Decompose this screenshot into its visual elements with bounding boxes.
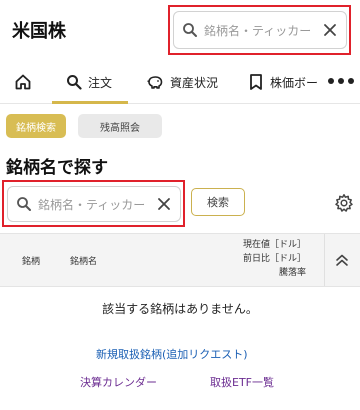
search-icon <box>17 197 31 211</box>
header-search-placeholder: 銘柄名・ティッカー <box>204 23 312 38</box>
search-icon <box>183 23 197 37</box>
clear-icon[interactable] <box>322 22 338 38</box>
double-chevron-up-icon[interactable] <box>334 252 350 268</box>
results-table-header: 銘柄 銘柄名 現在値［ドル］ 前日比［ドル］ 騰落率 <box>0 233 360 287</box>
empty-results-message: 該当する銘柄はありません。 <box>102 302 258 316</box>
page: 米国株 銘柄名・ティッカー 注文 資産状況 株価ボー 銘柄検索 残高照会 銘柄名… <box>0 0 360 410</box>
column-header-price-line1: 現在値［ドル］ <box>242 240 306 250</box>
tab-stock-search[interactable]: 銘柄検索 <box>6 114 66 138</box>
tab-stock-board-label: 株価ボー <box>270 75 319 90</box>
bookmark-icon <box>250 74 262 90</box>
earnings-calendar-link[interactable]: 決算カレンダー <box>80 374 157 390</box>
column-header-price-line3: 騰落率 <box>278 268 306 278</box>
page-title: 米国株 <box>12 21 66 42</box>
header-search-input[interactable]: 銘柄名・ティッカー <box>173 11 347 49</box>
stock-name-search-input[interactable]: 銘柄名・ティッカー <box>7 186 181 222</box>
main-tab-bar: 注文 資産状況 株価ボー <box>0 60 360 104</box>
tab-balance-inquiry[interactable]: 残高照会 <box>78 114 162 138</box>
tab-home[interactable] <box>14 60 32 104</box>
new-listing-request-link[interactable]: 新規取扱銘柄(追加リクエスト) <box>96 346 248 362</box>
column-divider <box>324 234 325 286</box>
column-header-price-line2: 前日比［ドル］ <box>242 254 306 264</box>
etf-list-link[interactable]: 取扱ETF一覧 <box>210 374 274 390</box>
column-header-stock-name: 銘柄名 <box>70 257 98 267</box>
section-title: 銘柄名で探す <box>6 158 108 178</box>
tab-order-label: 注文 <box>88 75 113 90</box>
tab-assets-label: 資産状況 <box>170 75 219 90</box>
clear-icon[interactable] <box>156 196 172 212</box>
column-header-stock: 銘柄 <box>22 257 41 267</box>
piggy-bank-icon <box>147 76 163 89</box>
top-header: 米国株 銘柄名・ティッカー <box>0 0 360 58</box>
tab-assets[interactable]: 資産状況 <box>146 60 218 104</box>
gear-icon[interactable] <box>334 193 354 213</box>
active-tab-indicator <box>52 101 128 104</box>
tab-stock-board[interactable]: 株価ボー <box>248 60 318 104</box>
home-icon <box>15 74 31 90</box>
stock-name-search-placeholder: 銘柄名・ティッカー <box>38 197 146 212</box>
more-menu-icon[interactable] <box>328 78 354 84</box>
search-icon <box>67 75 82 90</box>
search-button[interactable]: 検索 <box>191 188 245 216</box>
column-header-price: 現在値［ドル］ 前日比［ドル］ 騰落率 <box>243 238 306 280</box>
tab-order[interactable]: 注文 <box>66 60 112 104</box>
